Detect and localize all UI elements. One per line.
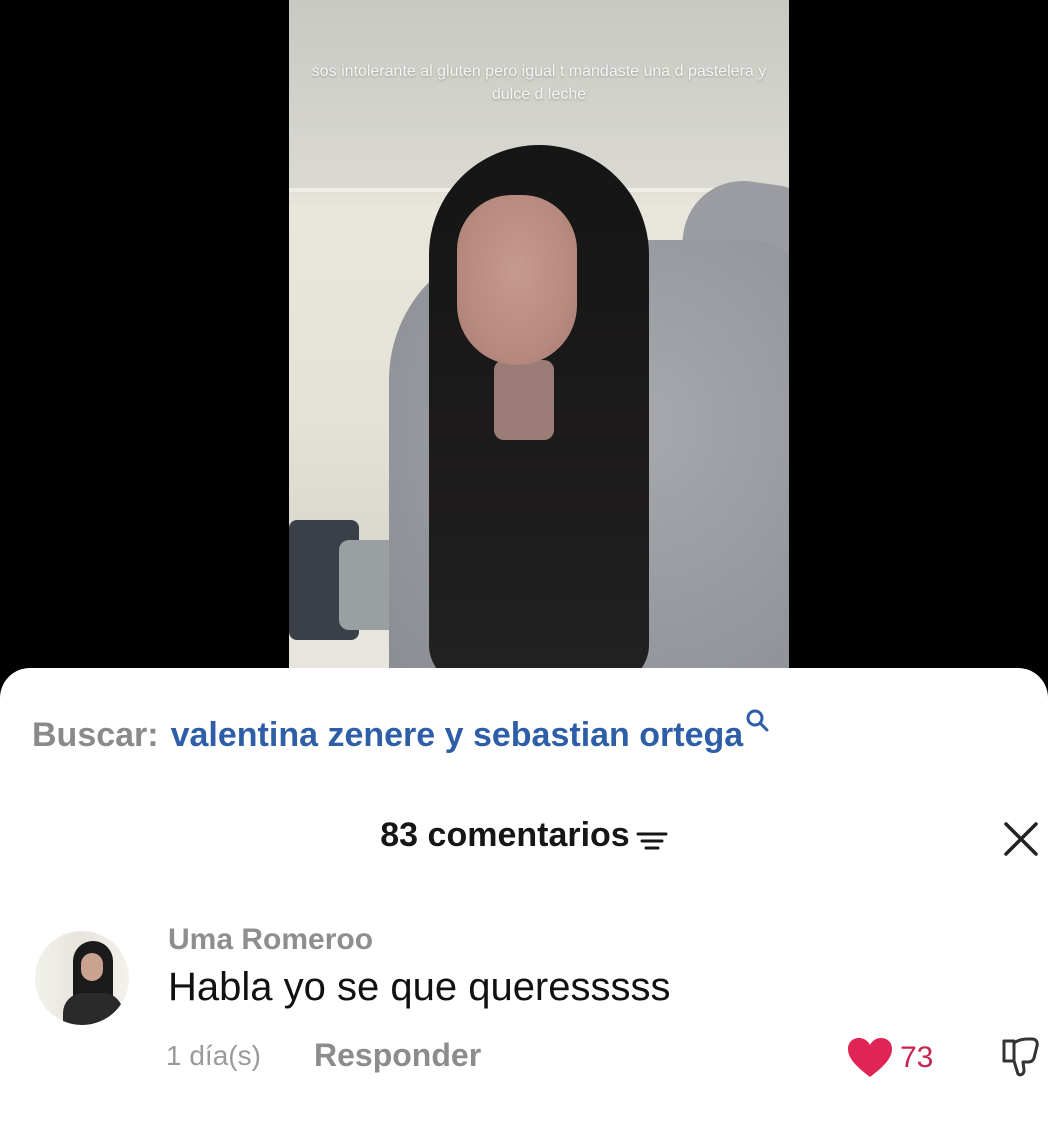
comment-username[interactable]: Uma Romeroo xyxy=(168,923,373,957)
close-button[interactable] xyxy=(1000,818,1042,860)
like-count: 73 xyxy=(900,1041,934,1074)
reply-button[interactable]: Responder xyxy=(314,1037,481,1074)
search-prefix: Buscar: xyxy=(32,716,159,754)
search-icon[interactable] xyxy=(745,704,771,732)
video-caption: sos intolerante al gluten pero igual t m… xyxy=(311,63,767,103)
dislike-button[interactable] xyxy=(996,1033,1044,1081)
avatar[interactable] xyxy=(35,931,129,1025)
comments-header: 83 comentarios xyxy=(0,816,1048,856)
search-query-link[interactable]: valentina zenere y sebastian ortega xyxy=(171,716,744,755)
comments-sheet: Buscar: valentina zenere y sebastian ort… xyxy=(0,668,1048,1129)
like-button[interactable] xyxy=(846,1037,894,1079)
video-frame[interactable]: sos intolerante al gluten pero igual t m… xyxy=(289,0,789,700)
comment-text: Habla yo se que queresssss xyxy=(168,965,671,1009)
search-suggestion[interactable]: Buscar: valentina zenere y sebastian ort… xyxy=(32,709,771,756)
close-icon[interactable] xyxy=(1000,818,1042,860)
filter-icon[interactable] xyxy=(636,823,668,849)
comment-time: 1 día(s) xyxy=(166,1040,261,1071)
video-area[interactable]: sos intolerante al gluten pero igual t m… xyxy=(0,0,1048,700)
comment-item: Uma Romeroo Habla yo se que queresssss 1… xyxy=(0,923,1048,1083)
thumbs-down-icon[interactable] xyxy=(996,1033,1044,1081)
heart-icon[interactable] xyxy=(846,1037,894,1079)
next-comment-peek xyxy=(168,1118,468,1129)
comments-count-title: 83 comentarios xyxy=(380,816,630,854)
